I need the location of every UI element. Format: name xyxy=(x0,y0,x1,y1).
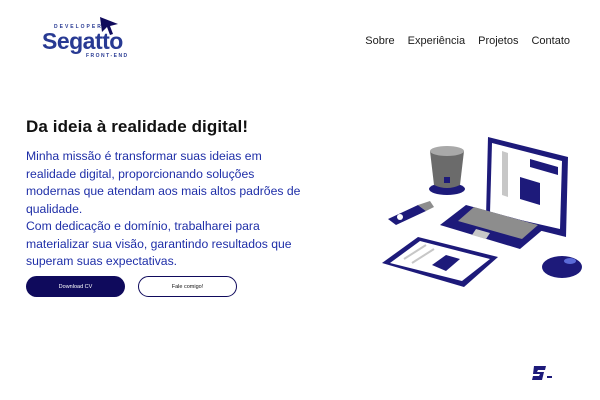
usb-drive-icon xyxy=(388,201,434,225)
cursor-arrow-icon xyxy=(100,17,118,35)
logo-sub-word: FRONT-END xyxy=(86,53,129,59)
hero-paragraph-1: Minha missão é transformar suas ideias e… xyxy=(26,149,301,216)
hero-paragraph-2: Com dedicação e domínio, trabalharei par… xyxy=(26,219,292,268)
nav-item-experiencia[interactable]: Experiência xyxy=(408,35,465,47)
nav-item-projetos[interactable]: Projetos xyxy=(478,35,518,47)
laptop-workspace-illustration xyxy=(382,137,582,287)
hero-description: Minha missão é transformar suas ideias e… xyxy=(26,148,306,271)
hero-title: Da ideia à realidade digital! xyxy=(26,117,249,136)
download-cv-button[interactable]: Download CV xyxy=(26,276,125,297)
mouse-icon xyxy=(542,256,582,278)
cup-icon xyxy=(429,146,465,195)
contact-button[interactable]: Fale comigo! xyxy=(138,276,237,297)
main-nav: Sobre Experiência Projetos Contato xyxy=(365,35,570,47)
brand-logo[interactable]: DEVELOPER Segatto FRONT-END xyxy=(40,16,130,60)
tablet-icon xyxy=(382,237,498,287)
s-logo-icon xyxy=(532,366,552,380)
nav-item-sobre[interactable]: Sobre xyxy=(365,35,394,47)
nav-item-contato[interactable]: Contato xyxy=(531,35,570,47)
